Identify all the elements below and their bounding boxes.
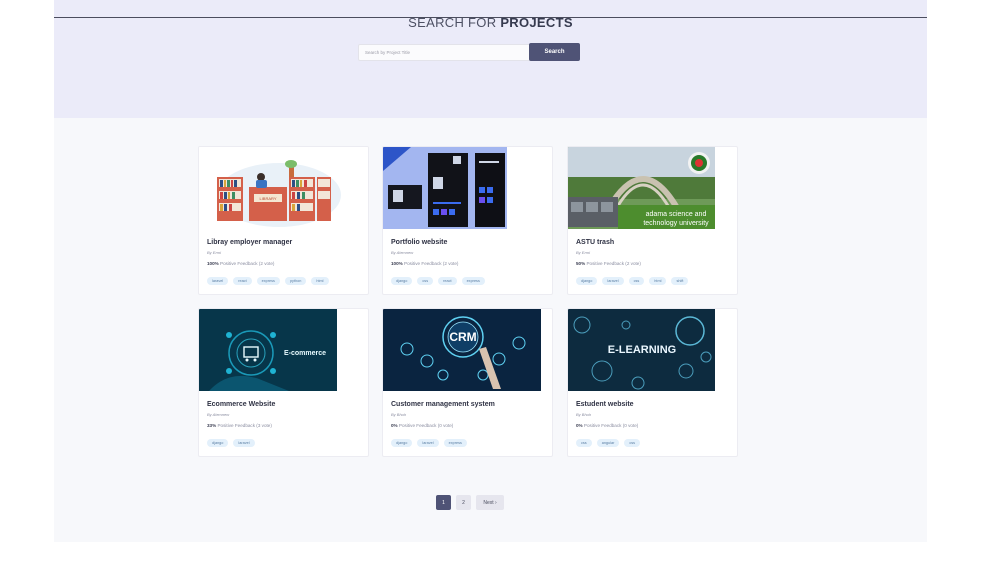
tag[interactable]: shift (671, 277, 689, 285)
library-illustration: LIBRARY (199, 147, 368, 229)
project-thumbnail: CRM (383, 309, 541, 391)
university-caption-2: technology university (643, 220, 709, 227)
tag[interactable]: laravel (602, 277, 624, 285)
tag[interactable]: html (649, 277, 667, 285)
tag[interactable]: django (391, 439, 413, 447)
feedback-percent: 100% (207, 261, 219, 266)
tag[interactable]: express (461, 277, 485, 285)
project-title[interactable]: Libray employer manager (207, 239, 292, 246)
university-photo: adama science and technology university (568, 147, 715, 229)
project-card[interactable]: Portfolio website By Alemnew 100% Positi… (382, 146, 553, 295)
tag[interactable]: angular (596, 439, 620, 447)
page-2-button[interactable]: 2 (456, 495, 471, 510)
tag[interactable]: python (284, 277, 307, 285)
project-thumbnail: E-commerce (199, 309, 337, 391)
project-author: By Ermi (207, 250, 221, 255)
tag[interactable]: react (233, 277, 252, 285)
project-title[interactable]: Ecommerce Website (207, 401, 275, 408)
project-card[interactable]: E-commerce Ecommerce Website By Alemnew … (198, 308, 369, 457)
feedback-text: Positive Feedback (3 vote) (217, 423, 272, 428)
search-input[interactable] (358, 44, 535, 61)
feedback-percent: 0% (576, 423, 583, 428)
tag[interactable]: django (207, 439, 229, 447)
project-card[interactable]: CRM Customer management system By Bhuh 0… (382, 308, 553, 457)
tag[interactable]: css (624, 439, 641, 447)
hero-title-bold: PROJECTS (500, 15, 573, 30)
portfolio-screenshot (383, 147, 507, 229)
project-author: By Ermi (576, 250, 590, 255)
feedback-text: Positive Feedback (2 vote) (586, 261, 641, 266)
ecommerce-image: E-commerce (199, 309, 337, 391)
project-title[interactable]: Estudent website (576, 401, 634, 408)
feedback-percent: 50% (576, 261, 586, 266)
elearning-label: E-LEARNING (608, 344, 676, 356)
project-tags: django laravel (207, 439, 255, 447)
project-author: By Alemnew (391, 250, 414, 255)
university-caption-1: adama science and (646, 211, 707, 218)
project-title[interactable]: Portfolio website (391, 239, 447, 246)
page-1-button[interactable]: 1 (436, 495, 451, 510)
feedback-text: Positive Feedback (0 vote) (398, 423, 454, 428)
library-sign-text: LIBRARY (259, 196, 276, 201)
feedback-text: Positive Feedback (2 vote) (220, 261, 275, 266)
project-thumbnail (383, 147, 507, 229)
project-title[interactable]: ASTU trash (576, 239, 614, 246)
feedback-text: Positive Feedback (2 vote) (404, 261, 459, 266)
project-tags: django css react express (391, 277, 485, 285)
feedback-percent: 0% (391, 423, 398, 428)
project-feedback: 100% Positive Feedback (2 vote) (391, 261, 458, 266)
next-page-button[interactable]: Next › (476, 495, 504, 510)
project-author: By Bhuh (576, 412, 592, 417)
tag[interactable]: express (256, 277, 280, 285)
search-button[interactable]: Search (529, 43, 580, 61)
project-author: By Bhuh (391, 412, 407, 417)
tag[interactable]: laravel (233, 439, 255, 447)
project-card[interactable]: adama science and technology university … (567, 146, 738, 295)
crm-label: CRM (449, 330, 476, 344)
project-feedback: 100% Positive Feedback (2 vote) (207, 261, 274, 266)
project-tags: css angular css (576, 439, 641, 447)
project-card[interactable]: E-LEARNING Estudent website By Bhuh 0% P… (567, 308, 738, 457)
elearning-image: E-LEARNING (568, 309, 715, 391)
project-feedback: 50% Positive Feedback (2 vote) (576, 261, 641, 266)
tag[interactable]: laravel (417, 439, 439, 447)
project-feedback: 0% Positive Feedback (0 vote) (576, 423, 638, 428)
tag[interactable]: django (391, 277, 413, 285)
tag[interactable]: laravel (207, 277, 229, 285)
tag[interactable]: css (576, 439, 592, 447)
hero-title: SEARCH FOR PROJECTS (54, 15, 927, 30)
page-background: SEARCH FOR PROJECTS Search by Project Ti… (54, 0, 927, 542)
pagination: 1 2 Next › (436, 495, 504, 510)
tag[interactable]: html (311, 277, 329, 285)
project-card[interactable]: LIBRARY Libray employer manager By Ermi … (198, 146, 369, 295)
search-hero: SEARCH FOR PROJECTS Search (54, 0, 927, 118)
crm-image: CRM (383, 309, 541, 391)
project-tags: laravel react express python html (207, 277, 329, 285)
ecommerce-label: E-commerce (284, 350, 326, 357)
project-tags: django laravel css html shift (576, 277, 689, 285)
tag[interactable]: react (438, 277, 457, 285)
feedback-percent: 33% (207, 423, 217, 428)
project-author: By Alemnew (207, 412, 230, 417)
project-thumbnail: LIBRARY (199, 147, 368, 229)
project-thumbnail: E-LEARNING (568, 309, 715, 391)
project-tags: django laravel express (391, 439, 467, 447)
tag[interactable]: css (417, 277, 434, 285)
tag[interactable]: django (576, 277, 598, 285)
project-feedback: 0% Positive Feedback (0 vote) (391, 423, 453, 428)
project-feedback: 33% Positive Feedback (3 vote) (207, 423, 272, 428)
hero-title-prefix: SEARCH FOR (408, 15, 497, 30)
tag[interactable]: express (443, 439, 467, 447)
feedback-percent: 100% (391, 261, 403, 266)
project-thumbnail: adama science and technology university (568, 147, 715, 229)
tag[interactable]: css (628, 277, 645, 285)
feedback-text: Positive Feedback (0 vote) (583, 423, 639, 428)
project-title[interactable]: Customer management system (391, 401, 495, 408)
